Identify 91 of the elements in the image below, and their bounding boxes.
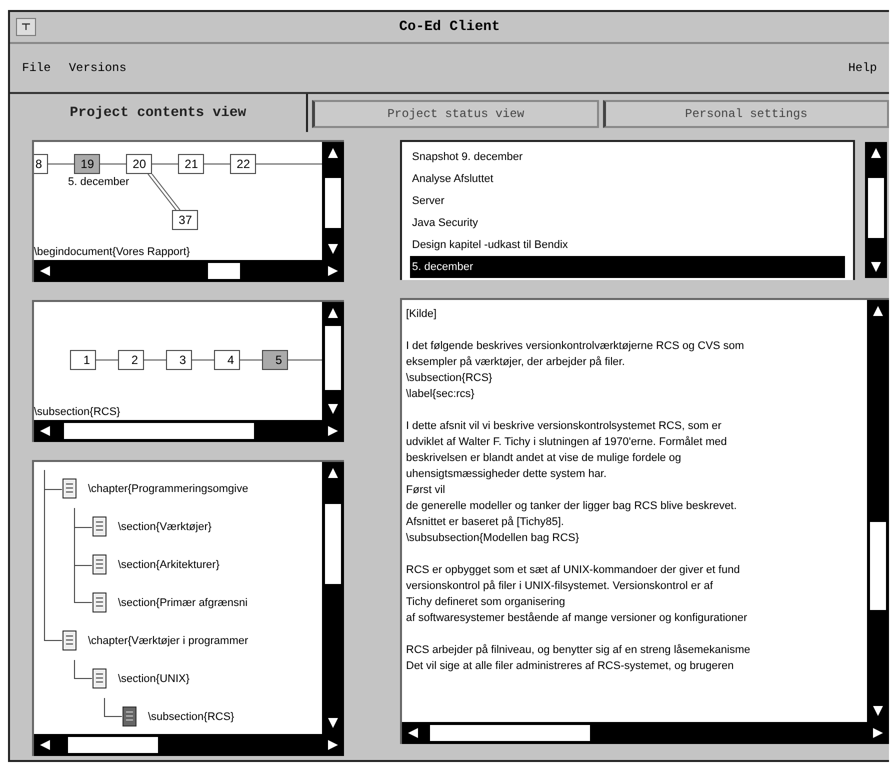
outline-item[interactable]: \section{Arkitekturer} bbox=[118, 559, 220, 571]
arrow-right-icon bbox=[327, 425, 339, 437]
arrow-left-icon bbox=[39, 425, 51, 437]
arrow-up-icon bbox=[327, 307, 339, 319]
graph-label: \subsection{RCS} bbox=[34, 406, 120, 418]
menu-item[interactable]: File bbox=[22, 61, 51, 75]
outline-item[interactable]: \chapter{Programmeringsomgive bbox=[88, 483, 248, 495]
text-line: RCS er opbygget som et sæt af UNIX-kommandoer der giver et fund bbox=[406, 563, 741, 578]
arrow-right-icon bbox=[327, 739, 339, 751]
text-line: \subsubsection{Modellen bag RCS} bbox=[406, 531, 580, 546]
text-line: udviklet af Walter F. Tichy i slutningen af 1970'erne. Formålet med bbox=[406, 435, 728, 450]
version-node[interactable]: 22 bbox=[230, 154, 256, 174]
arrow-up-icon bbox=[327, 147, 339, 159]
horizontal-scrollbar[interactable] bbox=[34, 734, 344, 756]
window-menu-button[interactable] bbox=[16, 18, 36, 36]
version-node[interactable]: 20 bbox=[126, 154, 152, 174]
scroll-thumb[interactable] bbox=[325, 504, 341, 584]
text-line: Tichy defineret som organisering bbox=[406, 595, 566, 610]
text-line: \label{sec:rcs} bbox=[406, 387, 476, 402]
list-item[interactable]: Analyse Afsluttet bbox=[410, 168, 845, 190]
version-node[interactable]: 37 bbox=[172, 210, 198, 230]
list-item[interactable]: Java Security bbox=[410, 212, 845, 234]
outline-item[interactable]: \subsection{RCS} bbox=[148, 711, 234, 723]
vertical-scrollbar[interactable] bbox=[863, 140, 889, 280]
text-line: eksempler på værktøjer, der arbejder på filer. bbox=[406, 355, 626, 370]
arrow-down-icon bbox=[872, 705, 884, 717]
list-item[interactable]: Snapshot 9. december bbox=[410, 146, 845, 168]
vertical-scrollbar[interactable] bbox=[867, 300, 889, 722]
vertical-scrollbar[interactable] bbox=[322, 462, 344, 734]
version-node[interactable]: 8 bbox=[34, 154, 48, 174]
text-line: uhensigtsmæssigheder dette system har. bbox=[406, 467, 608, 482]
section-node[interactable]: 5 bbox=[262, 350, 288, 370]
text-line: Afsnittet er baseret på [Tichy85]. bbox=[406, 515, 565, 530]
text-line: I det følgende beskrives versionkontrolværktøjerne RCS og CVS som bbox=[406, 339, 746, 354]
arrow-down-icon bbox=[327, 717, 339, 729]
text-line: Det vil sige at alle filer administreres af RCS-systemet, og brugeren bbox=[406, 659, 735, 674]
connector bbox=[148, 174, 180, 210]
scroll-thumb[interactable] bbox=[325, 326, 341, 390]
list-item[interactable]: Design kapitel -udkast til Bendix bbox=[410, 234, 845, 256]
section-node[interactable]: 1 bbox=[70, 350, 96, 370]
section-node[interactable]: 4 bbox=[214, 350, 240, 370]
text-line: versionskontrol på filer i UNIX-filsystemet. Versionskontrol er af bbox=[406, 579, 714, 594]
tab[interactable]: Project status view bbox=[312, 100, 598, 128]
arrow-right-icon bbox=[327, 265, 339, 277]
vertical-scrollbar[interactable] bbox=[322, 142, 344, 260]
scroll-thumb[interactable] bbox=[68, 737, 158, 753]
window-menu-icon bbox=[21, 23, 31, 31]
section-node[interactable]: 2 bbox=[118, 350, 144, 370]
horizontal-scrollbar[interactable] bbox=[34, 260, 344, 282]
outline-item[interactable]: \section{Værktøjer} bbox=[118, 521, 212, 533]
text-line: I dette afsnit vil vi beskrive versionskontrolsystemet RCS, som er bbox=[406, 419, 722, 434]
text-line: RCS arbejder på filniveau, og benytter sig af en streng låsemekanisme bbox=[406, 643, 752, 658]
version-caption: 5. december bbox=[68, 176, 130, 188]
section-node[interactable]: 3 bbox=[166, 350, 192, 370]
text-line: [Kilde] bbox=[406, 307, 438, 322]
tab[interactable]: Personal settings bbox=[602, 100, 889, 128]
horizontal-scrollbar[interactable] bbox=[402, 722, 889, 744]
scroll-thumb[interactable] bbox=[64, 423, 254, 439]
version-node[interactable]: 21 bbox=[178, 154, 204, 174]
text-line: beskrivelsen er blandt andet at vise de mulige fordele og bbox=[406, 451, 682, 466]
scroll-thumb[interactable] bbox=[325, 178, 341, 228]
arrow-up-icon bbox=[872, 305, 884, 317]
list-item[interactable]: Server bbox=[410, 190, 845, 212]
arrow-up-icon bbox=[870, 147, 882, 159]
outline-item[interactable]: \section{UNIX} bbox=[118, 673, 190, 685]
scroll-thumb[interactable] bbox=[430, 725, 590, 741]
arrow-down-icon bbox=[327, 403, 339, 415]
scroll-thumb[interactable] bbox=[870, 522, 886, 610]
outline-item[interactable]: \section{Primær afgrænsni bbox=[118, 597, 248, 609]
arrow-down-icon bbox=[870, 261, 882, 273]
arrow-up-icon bbox=[327, 467, 339, 479]
outline-item[interactable]: \chapter{Værktøjer i programmer bbox=[88, 635, 248, 647]
text-line: af softwaresystemer bestående af mange versioner og konfigurationer bbox=[406, 611, 748, 626]
graph-label: \begindocument{Vores Rapport} bbox=[34, 246, 190, 258]
arrow-down-icon bbox=[327, 243, 339, 255]
scroll-thumb[interactable] bbox=[208, 263, 240, 279]
window-title: Co-Ed Client bbox=[398, 19, 501, 35]
text-line: \subsection{RCS} bbox=[406, 371, 494, 386]
arrow-left-icon bbox=[39, 739, 51, 751]
arrow-left-icon bbox=[407, 727, 419, 739]
vertical-scrollbar[interactable] bbox=[322, 302, 344, 420]
version-node[interactable]: 19 bbox=[74, 154, 100, 174]
menu-item[interactable]: Help bbox=[848, 61, 877, 75]
list-item[interactable]: 5. december bbox=[410, 256, 845, 278]
horizontal-scrollbar[interactable] bbox=[34, 420, 344, 442]
menu-item[interactable]: Versions bbox=[68, 61, 126, 75]
arrow-right-icon bbox=[872, 727, 884, 739]
arrow-left-icon bbox=[39, 265, 51, 277]
scroll-thumb[interactable] bbox=[868, 178, 884, 238]
text-line: Først vil bbox=[406, 483, 446, 498]
text-line: de generelle modeller og tanker der ligger bag RCS blive beskrevet. bbox=[406, 499, 738, 514]
